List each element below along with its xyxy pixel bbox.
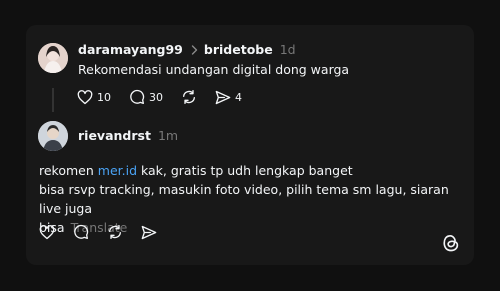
reply-line-2: bisa rsvp tracking, masukin foto video, … bbox=[39, 182, 449, 216]
thread-connector-line bbox=[52, 88, 54, 112]
heart-icon bbox=[77, 89, 93, 105]
chevron-right-icon bbox=[191, 44, 198, 55]
repost-icon bbox=[181, 89, 197, 105]
send-icon bbox=[215, 90, 231, 105]
post-username[interactable]: daramayang99 bbox=[78, 42, 183, 57]
reply-line-1: rekomen mer.id kak, gratis tp udh lengka… bbox=[39, 161, 459, 180]
comment-icon bbox=[129, 89, 145, 105]
reply-time[interactable]: 1m bbox=[158, 128, 178, 143]
repost-button[interactable] bbox=[181, 89, 197, 105]
comment-count: 30 bbox=[149, 90, 163, 104]
reply-to-username[interactable]: bridetobe bbox=[204, 42, 273, 57]
threads-logo-icon[interactable] bbox=[442, 233, 460, 257]
mention-link[interactable]: mer.id bbox=[98, 163, 137, 178]
reply-share-button[interactable] bbox=[141, 225, 157, 240]
reply-repost-button[interactable] bbox=[107, 224, 123, 240]
like-button[interactable]: 10 bbox=[77, 89, 111, 105]
avatar-rievandrst[interactable] bbox=[38, 121, 68, 151]
reply-like-button[interactable] bbox=[39, 224, 55, 240]
comment-button[interactable]: 30 bbox=[129, 89, 163, 105]
reply-comment-button[interactable] bbox=[73, 224, 89, 240]
send-icon bbox=[141, 225, 157, 240]
reply-line-1-end: kak, gratis tp udh lengkap banget bbox=[137, 163, 353, 178]
like-count: 10 bbox=[97, 90, 111, 104]
repost-icon bbox=[107, 224, 123, 240]
heart-icon bbox=[39, 224, 55, 240]
comment-icon bbox=[73, 224, 89, 240]
post-time[interactable]: 1d bbox=[280, 42, 296, 57]
share-button[interactable]: 4 bbox=[215, 90, 242, 105]
thread-card: daramayang99 bridetobe 1d Rekomendasi un… bbox=[26, 25, 474, 265]
post-text: Rekomendasi undangan digital dong warga bbox=[78, 62, 350, 77]
avatar-daramayang99[interactable] bbox=[38, 43, 68, 73]
reply-username[interactable]: rievandrst bbox=[78, 128, 151, 143]
share-count: 4 bbox=[235, 90, 242, 104]
reply-line-1-start: rekomen bbox=[39, 163, 98, 178]
